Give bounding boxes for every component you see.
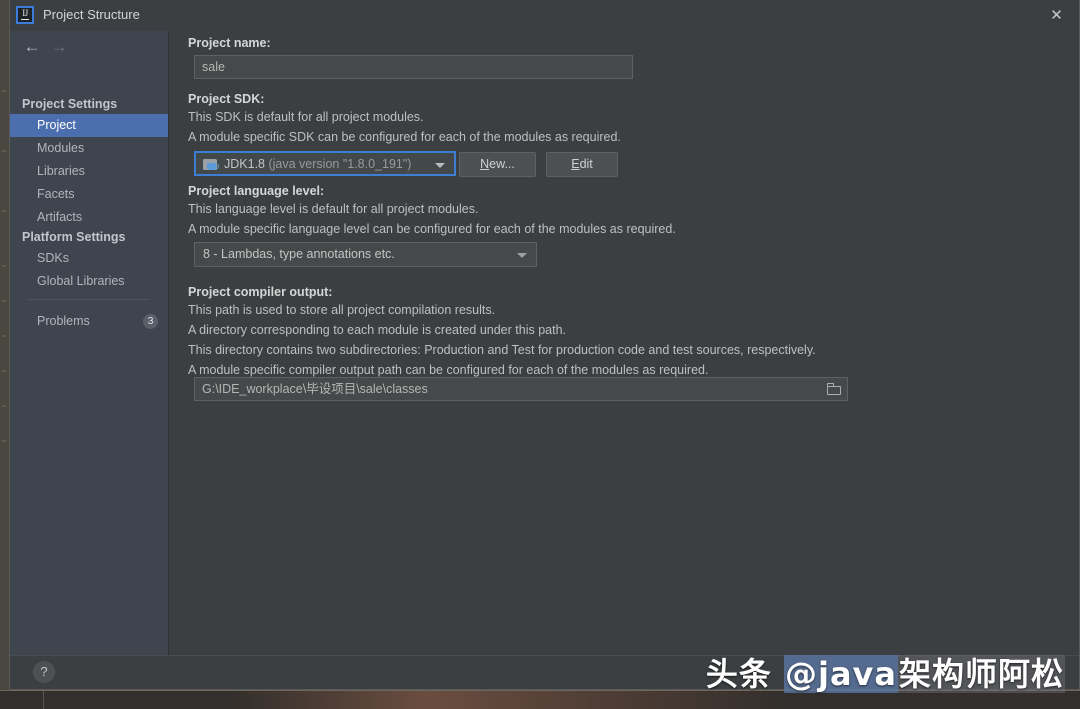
language-level-combobox[interactable]: 8 - Lambdas, type annotations etc.: [194, 242, 537, 267]
watermark-part-2: @java: [783, 655, 898, 693]
sidebar-item-facets[interactable]: Facets: [10, 183, 168, 206]
edit-sdk-button[interactable]: Edit: [546, 152, 618, 177]
compiler-output-label: Project compiler output:: [188, 285, 333, 299]
watermark-part-1: 头条: [705, 655, 784, 693]
project-sdk-version: (java version "1.8.0_191"): [268, 157, 412, 171]
compiler-output-desc-4: A module specific compiler output path c…: [188, 363, 709, 377]
background-left-gutter: [0, 0, 9, 690]
project-sdk-selected-value: JDK1.8 (java version "1.8.0_191"): [224, 153, 411, 176]
watermark: 头条 @java架构师阿松: [706, 649, 1065, 695]
project-sdk-desc-2: A module specific SDK can be configured …: [188, 130, 621, 144]
sidebar-item-modules[interactable]: Modules: [10, 137, 168, 160]
new-sdk-label-rest: ew...: [489, 157, 515, 171]
new-sdk-mnemonic: N: [480, 157, 490, 171]
chevron-down-icon: [517, 253, 527, 258]
help-button[interactable]: ?: [33, 661, 55, 683]
project-name-input[interactable]: sale: [194, 55, 633, 79]
intellij-idea-icon: IJ: [16, 6, 34, 24]
sidebar-item-libraries[interactable]: Libraries: [10, 160, 168, 183]
sidebar-navigation: ← →: [10, 31, 168, 63]
sidebar-item-problems[interactable]: Problems 3: [10, 310, 168, 333]
project-sdk-name: JDK1.8: [224, 157, 265, 171]
dialog-body: ← → Project Settings Project Modules Lib…: [10, 31, 1079, 655]
sidebar-item-sdks[interactable]: SDKs: [10, 247, 168, 270]
chevron-down-icon: [435, 163, 445, 168]
project-sdk-desc-1: This SDK is default for all project modu…: [188, 110, 424, 124]
new-sdk-button[interactable]: New...: [459, 152, 536, 177]
forward-arrow-icon[interactable]: →: [46, 36, 72, 58]
sidebar-divider: [28, 299, 150, 300]
dialog-title: Project Structure: [43, 7, 140, 22]
language-level-desc-2: A module specific language level can be …: [188, 222, 676, 236]
language-level-label: Project language level:: [188, 184, 325, 198]
language-level-selected-value: 8 - Lambdas, type annotations etc.: [203, 247, 395, 261]
compiler-output-desc-3: This directory contains two subdirectori…: [188, 343, 816, 357]
edit-sdk-mnemonic: E: [571, 157, 580, 171]
project-structure-dialog: IJ Project Structure ✕ ← → Project Setti…: [9, 0, 1080, 690]
sidebar-item-problems-label: Problems: [37, 314, 90, 328]
project-name-label: Project name:: [188, 36, 271, 50]
compiler-output-desc-2: A directory corresponding to each module…: [188, 323, 566, 337]
edit-sdk-label-rest: dit: [579, 157, 593, 171]
project-sdk-label: Project SDK:: [188, 92, 265, 106]
dialog-titlebar: IJ Project Structure ✕: [10, 0, 1079, 32]
jdk-folder-icon: [203, 158, 219, 171]
compiler-output-path-input[interactable]: G:\IDE_workplace\毕设项目\sale\classes: [194, 377, 848, 401]
folder-browse-icon[interactable]: [822, 379, 846, 400]
language-level-desc-1: This language level is default for all p…: [188, 202, 479, 216]
compiler-output-path-value: G:\IDE_workplace\毕设项目\sale\classes: [202, 382, 428, 396]
sidebar-group-project-settings: Project Settings: [22, 97, 118, 111]
sidebar-item-global-libraries[interactable]: Global Libraries: [10, 270, 168, 293]
project-sdk-combobox[interactable]: JDK1.8 (java version "1.8.0_191"): [194, 151, 456, 176]
back-arrow-icon[interactable]: ←: [19, 36, 45, 58]
sidebar-item-project[interactable]: Project: [10, 114, 168, 137]
settings-sidebar: ← → Project Settings Project Modules Lib…: [10, 31, 169, 655]
compiler-output-desc-1: This path is used to store all project c…: [188, 303, 496, 317]
close-icon[interactable]: ✕: [1034, 0, 1079, 31]
watermark-part-3: 架构师阿松: [897, 655, 1065, 693]
problems-count-badge: 3: [143, 314, 158, 329]
sidebar-group-platform-settings: Platform Settings: [22, 230, 126, 244]
project-settings-panel: Project name: sale Project SDK: This SDK…: [169, 31, 1079, 655]
